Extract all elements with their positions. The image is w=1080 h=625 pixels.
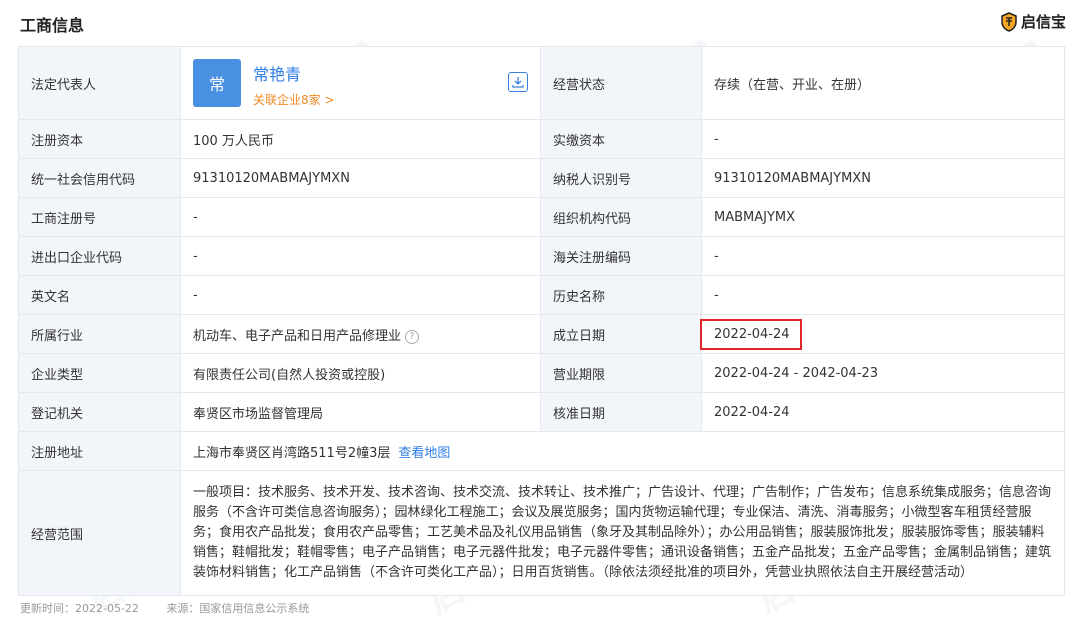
value-cell: 100 万人民币 bbox=[180, 119, 541, 159]
label-cell: 注册资本 bbox=[18, 119, 181, 159]
footer: 更新时间：2022-05-22 来源：国家信用信息公示系统 bbox=[20, 600, 333, 616]
business-scope-value: 一般项目：技术服务、技术开发、技术咨询、技术交流、技术转让、技术推广；广告设计、… bbox=[180, 470, 1065, 596]
table-row: 企业类型 有限责任公司(自然人投资或控股) 营业期限 2022-04-24 - … bbox=[18, 353, 1065, 393]
label-cell: 登记机关 bbox=[18, 392, 181, 432]
help-icon[interactable]: ? bbox=[405, 329, 420, 344]
value-cell: 91310120MABMAJYMXN bbox=[701, 158, 1065, 198]
label-cell: 统一社会信用代码 bbox=[18, 158, 181, 198]
data-source: 来源：国家信用信息公示系统 bbox=[166, 602, 310, 615]
business-info-table: 法定代表人 常 常艳青 关联企业8家 > 经营状态 存续（在营、开业、在册） 注… bbox=[18, 46, 1065, 596]
value-cell: 存续（在营、开业、在册） bbox=[701, 46, 1065, 120]
value-cell: - bbox=[701, 236, 1065, 276]
brand-logo[interactable]: 启信宝 bbox=[1001, 11, 1066, 32]
section-header: 工商信息 启信宝 bbox=[18, 0, 1066, 46]
label-cell: 成立日期 bbox=[540, 314, 702, 354]
table-row: 进出口企业代码 - 海关注册编码 - bbox=[18, 236, 1065, 276]
label-cell: 纳税人识别号 bbox=[540, 158, 702, 198]
table-row: 注册地址 上海市奉贤区肖湾路511号2幢3层 查看地图 bbox=[18, 431, 1065, 471]
related-companies-link[interactable]: 关联企业8家 > bbox=[253, 91, 335, 108]
value-cell: 奉贤区市场监督管理局 bbox=[180, 392, 541, 432]
table-row: 工商注册号 - 组织机构代码 MABMAJYMX bbox=[18, 197, 1065, 237]
view-map-link[interactable]: 查看地图 bbox=[398, 446, 450, 461]
label-cell: 法定代表人 bbox=[18, 46, 181, 120]
founding-date-cell: 2022-04-24 bbox=[700, 314, 1065, 354]
table-row: 登记机关 奉贤区市场监督管理局 核准日期 2022-04-24 bbox=[18, 392, 1065, 432]
label-cell: 营业期限 bbox=[540, 353, 702, 393]
value-cell: - bbox=[701, 275, 1065, 315]
value-cell: 2022-04-24 - 2042-04-23 bbox=[701, 353, 1065, 393]
table-row: 经营范围 一般项目：技术服务、技术开发、技术咨询、技术交流、技术转让、技术推广；… bbox=[18, 470, 1065, 596]
avatar[interactable]: 常 bbox=[193, 59, 241, 107]
label-cell: 英文名 bbox=[18, 275, 181, 315]
table-row: 英文名 - 历史名称 - bbox=[18, 275, 1065, 315]
label-cell: 企业类型 bbox=[18, 353, 181, 393]
label-cell: 组织机构代码 bbox=[540, 197, 702, 237]
brand-name: 启信宝 bbox=[1020, 13, 1066, 31]
value-cell: 91310120MABMAJYMXN bbox=[180, 158, 541, 198]
label-cell: 经营范围 bbox=[18, 470, 181, 596]
value-cell: - bbox=[180, 197, 541, 237]
label-cell: 海关注册编码 bbox=[540, 236, 702, 276]
industry-value: 机动车、电子产品和日用产品修理业 bbox=[193, 328, 402, 344]
label-cell: 工商注册号 bbox=[18, 197, 181, 237]
update-time: 更新时间：2022-05-22 bbox=[20, 602, 139, 615]
label-cell: 实缴资本 bbox=[540, 119, 702, 159]
value-cell: 有限责任公司(自然人投资或控股) bbox=[180, 353, 541, 393]
label-cell: 注册地址 bbox=[18, 431, 181, 471]
table-row: 法定代表人 常 常艳青 关联企业8家 > 经营状态 存续（在营、开业、在册） bbox=[18, 46, 1065, 120]
value-cell: - bbox=[180, 236, 541, 276]
value-cell: 2022-04-24 bbox=[701, 392, 1065, 432]
table-row: 所属行业 机动车、电子产品和日用产品修理业? 成立日期 2022-04-24 bbox=[18, 314, 1065, 354]
section-title: 工商信息 bbox=[20, 16, 85, 35]
representative-cell: 常 常艳青 关联企业8家 > bbox=[180, 46, 541, 120]
value-cell: - bbox=[180, 275, 541, 315]
address-cell: 上海市奉贤区肖湾路511号2幢3层 查看地图 bbox=[180, 431, 1065, 471]
download-icon bbox=[512, 77, 524, 88]
value-cell: - bbox=[701, 119, 1065, 159]
shield-logo-icon bbox=[1001, 11, 1017, 32]
label-cell: 经营状态 bbox=[540, 46, 702, 120]
address-value: 上海市奉贤区肖湾路511号2幢3层 bbox=[193, 445, 391, 461]
highlighted-founding-date: 2022-04-24 bbox=[700, 318, 802, 350]
representative-name-link[interactable]: 常艳青 bbox=[253, 61, 301, 85]
label-cell: 进出口企业代码 bbox=[18, 236, 181, 276]
table-row: 注册资本 100 万人民币 实缴资本 - bbox=[18, 119, 1065, 159]
industry-cell: 机动车、电子产品和日用产品修理业? bbox=[180, 314, 541, 354]
label-cell: 所属行业 bbox=[18, 314, 181, 354]
value-cell: MABMAJYMX bbox=[701, 197, 1065, 237]
download-button[interactable] bbox=[508, 72, 528, 92]
label-cell: 历史名称 bbox=[540, 275, 702, 315]
table-row: 统一社会信用代码 91310120MABMAJYMXN 纳税人识别号 91310… bbox=[18, 158, 1065, 198]
label-cell: 核准日期 bbox=[540, 392, 702, 432]
